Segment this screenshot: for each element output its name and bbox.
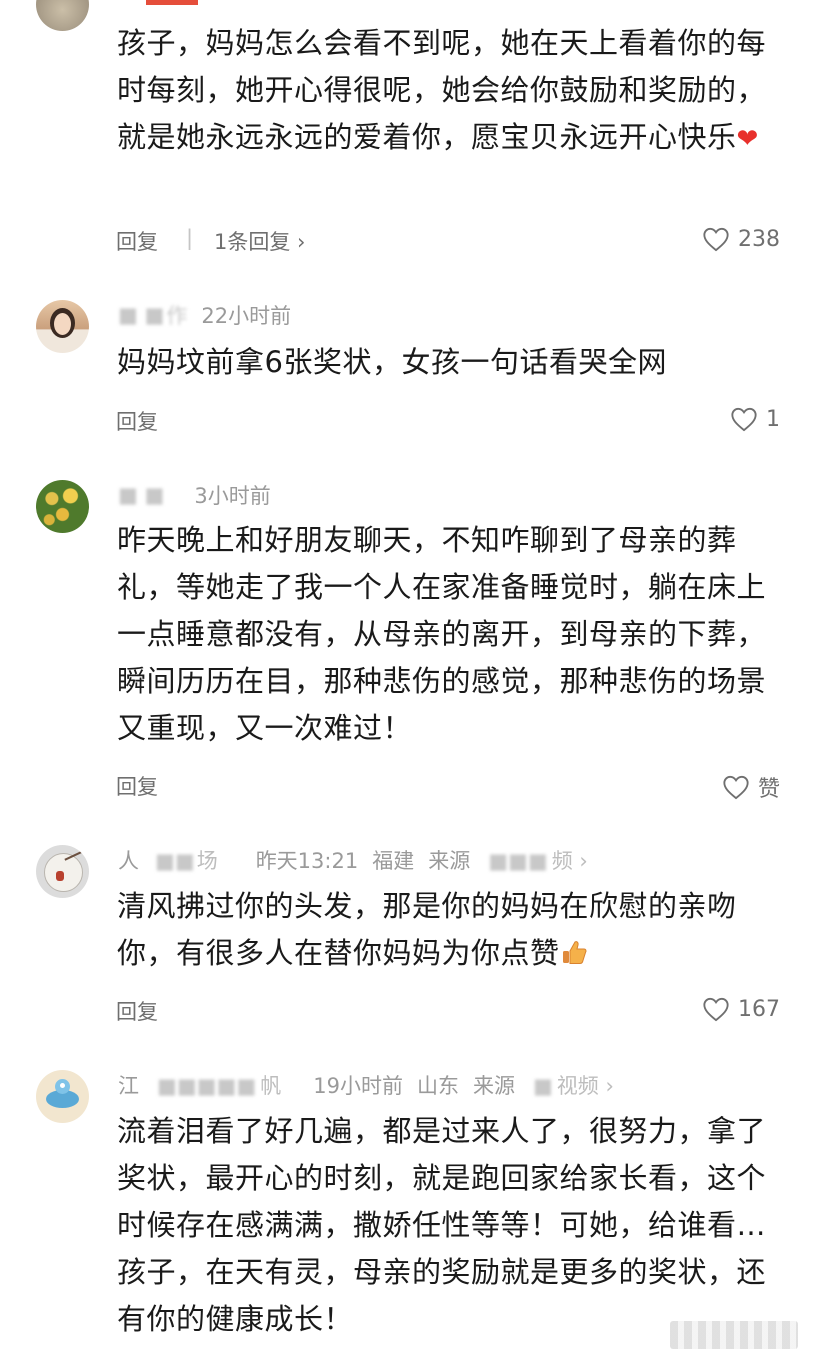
reply-button[interactable]: 回复 [116,226,158,256]
comment-meta: ■ ■ 3小时前 [118,480,285,510]
comment-actions: 回复 赞 [116,771,780,803]
like-count: 238 [738,226,780,252]
comment-meta: 江 ■■■■■ 帆 19小时前 山东 来源 ■ 视频 › [118,1070,642,1100]
red-heart-emoji: ❤ [736,124,759,154]
comment-actions: 回复 1 [116,406,780,436]
comment-meta: ■ ■ 作 22小时前 [118,300,305,330]
comment-body: 昨天晚上和好朋友聊天，不知咋聊到了母亲的葬礼，等她走了我一个人在家准备睡觉时，躺… [117,523,767,745]
timestamp: 3小时前 [194,484,271,508]
avatar[interactable] [36,1070,89,1123]
avatar[interactable] [36,845,89,898]
like-button[interactable]: 167 [702,996,780,1022]
avatar[interactable] [36,480,89,533]
like-label: 赞 [757,777,780,802]
comment-meta: 人 ■■场 昨天13:21 福建 来源 ■■■ 频 › [118,845,616,875]
like-button[interactable]: 238 [702,226,780,252]
comment-body: 清风拂过你的头发，那是你的妈妈在欣慰的亲吻你，有很多人在替你妈妈为你点赞 [117,883,787,980]
username[interactable]: 江 ■■■■■ 帆 [118,1070,295,1100]
like-count: 1 [766,406,780,432]
username[interactable]: 人 ■■场 [118,845,232,875]
location: 福建 [372,849,415,873]
reply-button[interactable]: 回复 [116,996,158,1026]
comment-body: 孩子，妈妈怎么会看不到呢，她在天上看着你的每时每刻，她开心得很呢，她会给你鼓励和… [117,26,767,154]
source-link[interactable]: 来源 ■ 视频 › [473,1070,628,1100]
heart-outline-icon [703,997,729,1022]
timestamp: 22小时前 [201,304,292,328]
like-button[interactable]: 赞 [722,771,780,803]
comment-body: 妈妈坟前拿6张奖状，女孩一句话看哭全网 [117,345,667,379]
accent-mark [146,0,198,5]
avatar[interactable] [36,300,89,353]
like-button[interactable]: 1 [730,406,780,432]
location: 山东 [416,1074,459,1098]
watermark [670,1321,798,1349]
view-replies-link[interactable]: 1条回复 › [214,226,305,256]
comment-actions: 回复 | 1条回复 › 238 [116,226,780,256]
like-count: 167 [738,996,780,1022]
heart-outline-icon [723,775,749,800]
heart-outline-icon [703,227,729,252]
source-link[interactable]: 来源 ■■■ 频 › [428,845,602,875]
reply-button[interactable]: 回复 [116,406,158,436]
comment-actions: 回复 167 [116,996,780,1026]
comment-body: 流着泪看了好几遍，都是过来人了，很努力，拿了奖状，最开心的时刻，就是跑回家给家长… [117,1114,767,1336]
divider: | [186,226,194,250]
thumbs-up-emoji [560,933,588,980]
reply-button[interactable]: 回复 [116,771,158,801]
username[interactable]: 作 [166,300,187,330]
timestamp: 昨天13:21 [255,849,359,873]
heart-outline-icon [731,407,757,432]
avatar[interactable] [36,0,89,31]
timestamp: 19小时前 [313,1074,403,1098]
